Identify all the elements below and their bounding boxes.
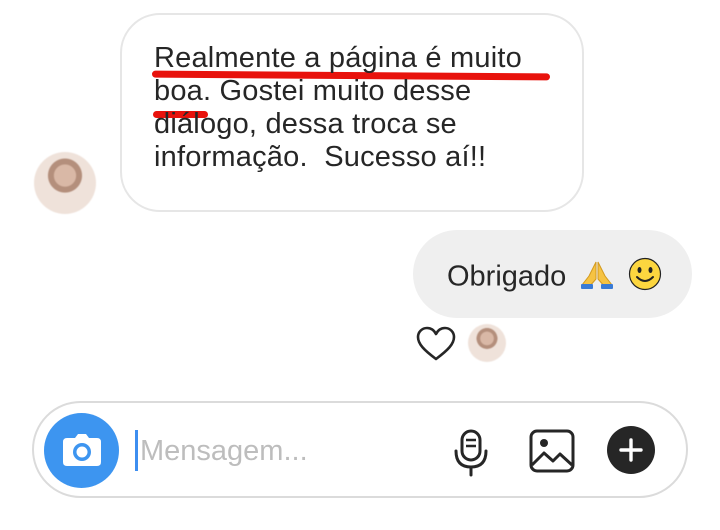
outgoing-message-content: Obrigado	[447, 257, 662, 299]
incoming-message-text: Realmente a página é muito boa. Gostei m…	[154, 42, 522, 173]
chat-screen: Realmente a página é muito boa. Gostei m…	[0, 0, 720, 530]
message-input[interactable]: Mensagem...	[140, 435, 308, 467]
text-cursor	[135, 430, 138, 471]
folded-hands-emoji	[580, 259, 614, 297]
sender-avatar[interactable]	[34, 152, 96, 214]
heart-icon[interactable]	[416, 326, 456, 362]
microphone-icon[interactable]	[453, 429, 489, 477]
plus-icon	[619, 438, 643, 462]
message-composer: Mensagem...	[32, 401, 688, 498]
seen-by-avatar	[468, 324, 506, 362]
gallery-icon[interactable]	[529, 429, 575, 473]
outgoing-message-bubble[interactable]: Obrigado	[413, 230, 692, 318]
slightly-smiling-face-emoji	[628, 257, 662, 299]
camera-button[interactable]	[44, 413, 119, 488]
incoming-message-bubble[interactable]: Realmente a página é muito boa. Gostei m…	[120, 13, 584, 212]
camera-icon	[63, 434, 101, 466]
add-button[interactable]	[607, 426, 655, 474]
outgoing-message-text: Obrigado	[447, 260, 567, 293]
